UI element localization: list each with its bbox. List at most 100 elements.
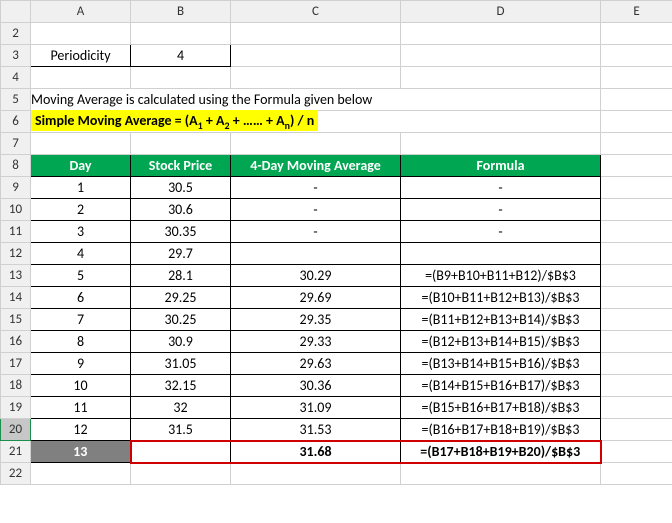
table-cell[interactable]: 29.25 bbox=[131, 287, 231, 309]
table-cell[interactable]: 30.35 bbox=[131, 221, 231, 243]
cell[interactable] bbox=[601, 441, 672, 463]
table-cell[interactable]: - bbox=[401, 199, 601, 221]
table-cell[interactable]: 10 bbox=[31, 375, 131, 397]
table-cell[interactable]: 1 bbox=[31, 177, 131, 199]
table-cell[interactable]: =(B10+B11+B12+B13)/$B$3 bbox=[401, 287, 601, 309]
table-cell[interactable]: =(B14+B15+B16+B17)/$B$3 bbox=[401, 375, 601, 397]
table-cell[interactable]: 30.36 bbox=[231, 375, 401, 397]
cell[interactable] bbox=[601, 89, 672, 111]
formula-definition-cell[interactable]: Simple Moving Average = (A1 + A2 + …… + … bbox=[31, 111, 601, 133]
cell[interactable] bbox=[401, 133, 601, 155]
cell[interactable] bbox=[601, 287, 672, 309]
table-cell[interactable]: 30.29 bbox=[231, 265, 401, 287]
row-header[interactable]: 12 bbox=[1, 243, 31, 265]
table-cell[interactable]: 31.5 bbox=[131, 419, 231, 441]
row-header[interactable]: 2 bbox=[1, 23, 31, 45]
spreadsheet-grid[interactable]: A B C D E 2 3 Periodicity 4 4 5 Moving A… bbox=[0, 0, 672, 485]
table-cell[interactable]: 11 bbox=[31, 397, 131, 419]
table-cell[interactable]: - bbox=[231, 177, 401, 199]
row-header[interactable]: 21 bbox=[1, 441, 31, 463]
row-header[interactable]: 10 bbox=[1, 199, 31, 221]
row-header[interactable]: 20 bbox=[1, 419, 31, 441]
row-header[interactable]: 14 bbox=[1, 287, 31, 309]
periodicity-value-cell[interactable]: 4 bbox=[131, 45, 231, 67]
row-header[interactable]: 8 bbox=[1, 155, 31, 177]
table-header-day[interactable]: Day bbox=[31, 155, 131, 177]
cell[interactable] bbox=[601, 375, 672, 397]
cell[interactable] bbox=[31, 23, 131, 45]
description-cell[interactable]: Moving Average is calculated using the F… bbox=[31, 89, 601, 111]
row-header[interactable]: 22 bbox=[1, 463, 31, 485]
cell[interactable] bbox=[601, 155, 672, 177]
cell[interactable] bbox=[231, 45, 401, 67]
cell[interactable] bbox=[231, 67, 401, 89]
table-cell[interactable] bbox=[401, 243, 601, 265]
table-cell[interactable]: 29.69 bbox=[231, 287, 401, 309]
table-cell[interactable]: =(B13+B14+B15+B16)/$B$3 bbox=[401, 353, 601, 375]
table-cell[interactable]: =(B12+B13+B14+B15)/$B$3 bbox=[401, 331, 601, 353]
table-cell[interactable]: 29.33 bbox=[231, 331, 401, 353]
row-header[interactable]: 15 bbox=[1, 309, 31, 331]
result-ma-cell[interactable]: 31.68 bbox=[231, 441, 401, 463]
col-header-E[interactable]: E bbox=[601, 1, 672, 23]
row-header[interactable]: 13 bbox=[1, 265, 31, 287]
row-header[interactable]: 4 bbox=[1, 67, 31, 89]
cell[interactable] bbox=[601, 23, 672, 45]
col-header-D[interactable]: D bbox=[401, 1, 601, 23]
cell[interactable] bbox=[601, 397, 672, 419]
row-header[interactable]: 3 bbox=[1, 45, 31, 67]
cell[interactable] bbox=[401, 463, 601, 485]
table-cell[interactable]: 5 bbox=[31, 265, 131, 287]
table-cell[interactable]: 30.5 bbox=[131, 177, 231, 199]
table-header-price[interactable]: Stock Price bbox=[131, 155, 231, 177]
table-cell[interactable]: =(B15+B16+B17+B18)/$B$3 bbox=[401, 397, 601, 419]
cell[interactable] bbox=[401, 45, 601, 67]
cell[interactable] bbox=[131, 23, 231, 45]
table-cell[interactable]: 29.7 bbox=[131, 243, 231, 265]
table-cell[interactable]: - bbox=[401, 177, 601, 199]
cell[interactable] bbox=[31, 133, 131, 155]
cell[interactable] bbox=[131, 463, 231, 485]
cell[interactable] bbox=[601, 221, 672, 243]
cell[interactable] bbox=[601, 177, 672, 199]
cell[interactable] bbox=[231, 23, 401, 45]
table-cell[interactable]: 28.1 bbox=[131, 265, 231, 287]
table-header-formula[interactable]: Formula bbox=[401, 155, 601, 177]
col-header-C[interactable]: C bbox=[231, 1, 401, 23]
cell[interactable] bbox=[131, 67, 231, 89]
cell[interactable] bbox=[131, 133, 231, 155]
cell[interactable] bbox=[601, 265, 672, 287]
table-cell[interactable]: - bbox=[401, 221, 601, 243]
cell[interactable] bbox=[601, 111, 672, 133]
row-header[interactable]: 18 bbox=[1, 375, 31, 397]
table-cell[interactable]: 31.05 bbox=[131, 353, 231, 375]
table-cell[interactable]: 13 bbox=[31, 441, 131, 463]
row-header[interactable]: 19 bbox=[1, 397, 31, 419]
corner-cell[interactable] bbox=[1, 1, 31, 23]
cell[interactable] bbox=[601, 331, 672, 353]
col-header-A[interactable]: A bbox=[31, 1, 131, 23]
table-cell[interactable]: 2 bbox=[31, 199, 131, 221]
table-cell[interactable]: 29.35 bbox=[231, 309, 401, 331]
table-cell[interactable]: 7 bbox=[31, 309, 131, 331]
cell[interactable] bbox=[401, 23, 601, 45]
table-cell[interactable]: 30.25 bbox=[131, 309, 231, 331]
cell[interactable] bbox=[601, 419, 672, 441]
row-header[interactable]: 7 bbox=[1, 133, 31, 155]
table-cell[interactable]: 3 bbox=[31, 221, 131, 243]
table-cell[interactable]: 4 bbox=[31, 243, 131, 265]
row-header[interactable]: 17 bbox=[1, 353, 31, 375]
periodicity-label-cell[interactable]: Periodicity bbox=[31, 45, 131, 67]
table-header-ma[interactable]: 4-Day Moving Average bbox=[231, 155, 401, 177]
table-cell[interactable]: - bbox=[231, 199, 401, 221]
col-header-B[interactable]: B bbox=[131, 1, 231, 23]
table-cell[interactable]: =(B11+B12+B13+B14)/$B$3 bbox=[401, 309, 601, 331]
cell[interactable] bbox=[601, 133, 672, 155]
cell[interactable] bbox=[31, 463, 131, 485]
table-cell[interactable]: 31.09 bbox=[231, 397, 401, 419]
cell[interactable] bbox=[601, 199, 672, 221]
row-header[interactable]: 11 bbox=[1, 221, 31, 243]
table-cell[interactable] bbox=[131, 441, 231, 463]
row-header[interactable]: 6 bbox=[1, 111, 31, 133]
cell[interactable] bbox=[601, 45, 672, 67]
